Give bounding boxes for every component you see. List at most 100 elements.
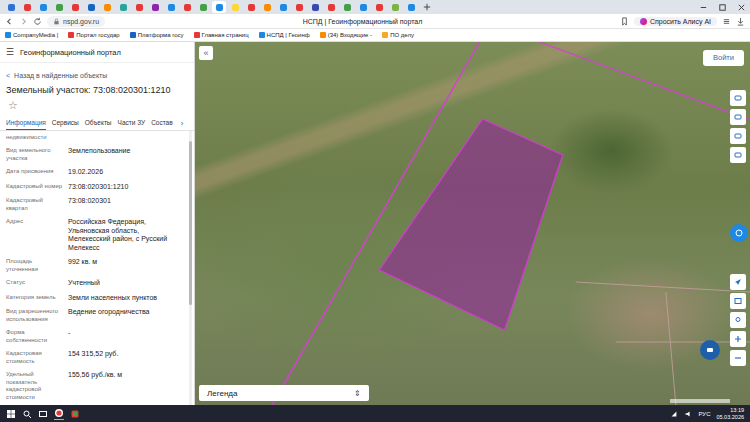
- browser-tab[interactable]: [404, 1, 418, 13]
- browser-tab[interactable]: [324, 1, 338, 13]
- bookmark-label: НСПД | Геоинф: [267, 32, 310, 38]
- info-tab[interactable]: Части ЗУ: [118, 117, 146, 130]
- browser-tab[interactable]: [36, 1, 50, 13]
- bookmark[interactable]: Платформа госу: [130, 32, 184, 38]
- info-tab[interactable]: Сервисы: [52, 117, 79, 130]
- app-icon[interactable]: [70, 409, 80, 419]
- bookmark[interactable]: НСПД | Геоинф: [259, 32, 310, 38]
- info-tab[interactable]: Состав: [151, 117, 173, 130]
- panel-button[interactable]: [730, 293, 746, 309]
- scrollbar[interactable]: [189, 131, 192, 405]
- legend-bar[interactable]: Легенда⇕: [199, 385, 369, 401]
- ruler-button[interactable]: [730, 109, 746, 125]
- collapse-button[interactable]: «: [199, 46, 213, 60]
- bookmark[interactable]: Главная страниц: [194, 32, 249, 38]
- plus-button[interactable]: [730, 331, 746, 347]
- alice-icon: [640, 18, 647, 25]
- map[interactable]: « Войти Легенда⇕: [195, 42, 750, 405]
- field-label: Вид разрешенного использования: [6, 308, 64, 323]
- bookmark-favicon-icon: [68, 32, 74, 38]
- yandex-browser-icon[interactable]: [54, 408, 64, 420]
- back-link[interactable]: <Назад в найденные объекты: [0, 63, 194, 79]
- browser-tab[interactable]: [52, 1, 66, 13]
- info-tab[interactable]: Объекты: [85, 117, 112, 130]
- browser-tab[interactable]: [68, 1, 82, 13]
- reload-icon[interactable]: [33, 17, 42, 26]
- browser-tab[interactable]: [20, 1, 34, 13]
- browser-tab[interactable]: [100, 1, 114, 13]
- login-button[interactable]: Войти: [703, 50, 744, 66]
- browser-tab[interactable]: [132, 1, 146, 13]
- browser-tab[interactable]: [244, 1, 258, 13]
- share-button[interactable]: [730, 147, 746, 163]
- field-row: АдресРоссийская Федерация, Ульяновская о…: [6, 218, 182, 252]
- favicon-icon: [40, 4, 47, 11]
- favicon-icon: [344, 4, 351, 11]
- bookmark-favicon-icon: [194, 32, 200, 38]
- browser-tab[interactable]: [276, 1, 290, 13]
- field-row: Кадастровый номер73:08:020301:1210: [6, 183, 182, 192]
- date: 05.03.2026: [716, 414, 744, 421]
- scale-bar: [670, 399, 730, 403]
- menu-button[interactable]: ☰: [6, 47, 14, 57]
- minimize-icon[interactable]: [699, 3, 708, 12]
- locate-button[interactable]: [730, 274, 746, 290]
- browser-tab[interactable]: [84, 1, 98, 13]
- browser-tab[interactable]: [356, 1, 370, 13]
- browser-tab[interactable]: [292, 1, 306, 13]
- browser-tab[interactable]: [148, 1, 162, 13]
- language-indicator[interactable]: РУС: [698, 411, 710, 417]
- scrollbar-thumb[interactable]: [189, 141, 192, 305]
- field-label: Вид земельного участка: [6, 147, 64, 162]
- network-icon[interactable]: [670, 410, 678, 418]
- bookmark[interactable]: (34) Входящие -: [320, 32, 372, 38]
- browser-tab[interactable]: [4, 1, 18, 13]
- favicon-icon: [408, 4, 415, 11]
- chat-button[interactable]: [700, 340, 720, 360]
- favorite-star[interactable]: ☆: [0, 95, 194, 111]
- browser-tab[interactable]: [228, 1, 242, 13]
- search-icon[interactable]: [22, 409, 32, 419]
- browser-tab[interactable]: [260, 1, 274, 13]
- maximize-icon[interactable]: [718, 3, 727, 12]
- bookmarks-bar: CompanyMedia | Портал государ Платформа го…: [0, 29, 750, 42]
- alice-label: Спросить Алису AI: [650, 18, 711, 25]
- volume-icon[interactable]: [684, 410, 692, 418]
- tabs-next-button[interactable]: ›: [179, 119, 186, 130]
- bookmark[interactable]: Портал государ: [68, 32, 119, 38]
- download-icon[interactable]: [736, 17, 745, 26]
- browser-tab[interactable]: [372, 1, 386, 13]
- browser-tab[interactable]: [116, 1, 130, 13]
- layers-button[interactable]: [730, 90, 746, 106]
- url-field[interactable]: nspd.gov.ru: [47, 16, 105, 27]
- browser-tab[interactable]: [196, 1, 210, 13]
- browser-tab[interactable]: [308, 1, 322, 13]
- browser-tab[interactable]: [388, 1, 402, 13]
- field-row: Кадастровая стоимость154 315,52 руб.: [6, 350, 182, 365]
- bookmark[interactable]: ПО делу: [382, 32, 414, 38]
- favicon-icon: [216, 4, 223, 11]
- parcel-polygon[interactable]: [379, 119, 562, 330]
- menu-icon[interactable]: [722, 17, 731, 26]
- alice-button[interactable]: Спросить Алису AI: [634, 17, 717, 26]
- print-button[interactable]: [730, 128, 746, 144]
- browser-tab[interactable]: [212, 1, 226, 13]
- bookmark[interactable]: CompanyMedia |: [5, 32, 58, 38]
- browser-tab[interactable]: [180, 1, 194, 13]
- windows-start-icon[interactable]: [6, 409, 16, 419]
- field-value: Земли населенных пунктов: [68, 294, 182, 303]
- minus-button[interactable]: [730, 350, 746, 366]
- assistant-button[interactable]: [730, 224, 748, 242]
- bookmark-icon[interactable]: [620, 17, 629, 26]
- forward-arrow-icon[interactable]: [19, 17, 28, 26]
- chat-icon: [705, 345, 715, 355]
- info-tab[interactable]: Информация: [6, 117, 46, 130]
- taskview-icon[interactable]: [38, 409, 48, 419]
- browser-tab[interactable]: [164, 1, 178, 13]
- plus-icon[interactable]: [423, 3, 431, 11]
- browser-tab[interactable]: [340, 1, 354, 13]
- clock[interactable]: 13:1905.03.2026: [716, 407, 744, 420]
- close-icon[interactable]: [737, 3, 746, 12]
- pin-button[interactable]: [730, 312, 746, 328]
- back-arrow-icon[interactable]: [5, 17, 14, 26]
